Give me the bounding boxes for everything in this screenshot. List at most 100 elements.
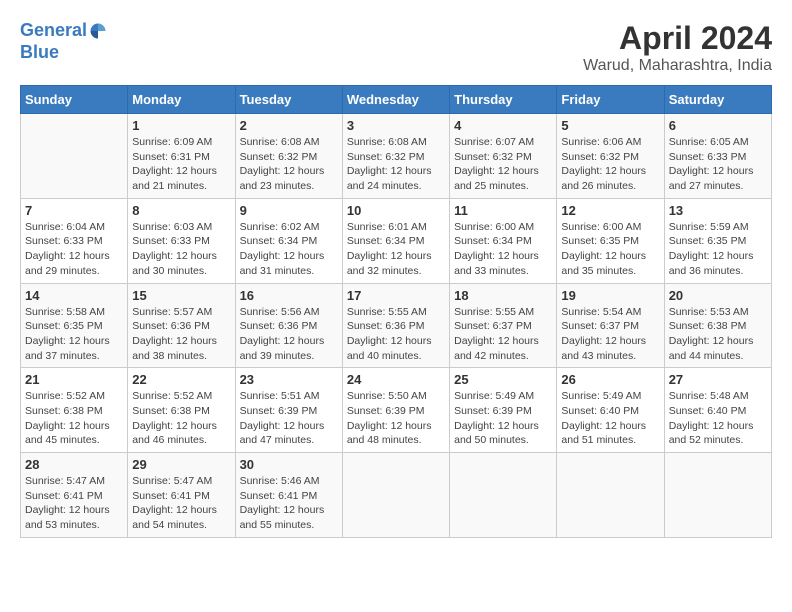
calendar-cell <box>21 114 128 199</box>
day-number: 1 <box>132 118 230 133</box>
day-number: 16 <box>240 288 338 303</box>
calendar-cell: 17Sunrise: 5:55 AMSunset: 6:36 PMDayligh… <box>342 283 449 368</box>
day-number: 12 <box>561 203 659 218</box>
calendar-cell: 25 Sunrise: 5:49 AMSunset: 6:39 PMDayligh… <box>450 368 557 453</box>
day-number: 9 <box>240 203 338 218</box>
calendar-cell: 5 Sunrise: 6:06 AMSunset: 6:32 PMDaylight… <box>557 114 664 199</box>
day-number: 21 <box>25 372 123 387</box>
day-number: 11 <box>454 203 552 218</box>
title-block: April 2024 Warud, Maharashtra, India <box>583 20 772 75</box>
calendar-cell: 28 Sunrise: 5:47 AMSunset: 6:41 PMDayligh… <box>21 453 128 538</box>
day-number: 27 <box>669 372 767 387</box>
day-number: 25 <box>454 372 552 387</box>
day-number: 23 <box>240 372 338 387</box>
day-info: Sunrise: 5:53 AMSunset: 6:38 PMDaylight:… <box>669 305 767 364</box>
day-number: 6 <box>669 118 767 133</box>
calendar-cell: 29 Sunrise: 5:47 AMSunset: 6:41 PMDayligh… <box>128 453 235 538</box>
day-info: Sunrise: 5:47 AMSunset: 6:41 PMDaylight:… <box>25 474 123 533</box>
calendar-cell: 18Sunrise: 5:55 AMSunset: 6:37 PMDayligh… <box>450 283 557 368</box>
calendar-cell: 4Sunrise: 6:07 AMSunset: 6:32 PMDaylight… <box>450 114 557 199</box>
day-info: Sunrise: 5:54 AMSunset: 6:37 PMDaylight:… <box>561 305 659 364</box>
day-info: Sunrise: 6:09 AMSunset: 6:31 PMDaylight:… <box>132 135 230 194</box>
day-number: 19 <box>561 288 659 303</box>
column-header-saturday: Saturday <box>664 86 771 114</box>
day-number: 5 <box>561 118 659 133</box>
calendar-cell: 26Sunrise: 5:49 AMSunset: 6:40 PMDayligh… <box>557 368 664 453</box>
day-info: Sunrise: 6:08 AMSunset: 6:32 PMDaylight:… <box>347 135 445 194</box>
day-number: 30 <box>240 457 338 472</box>
calendar-cell: 27 Sunrise: 5:48 AMSunset: 6:40 PMDayligh… <box>664 368 771 453</box>
day-number: 22 <box>132 372 230 387</box>
calendar-cell: 6 Sunrise: 6:05 AMSunset: 6:33 PMDaylight… <box>664 114 771 199</box>
calendar-cell: 16Sunrise: 5:56 AMSunset: 6:36 PMDayligh… <box>235 283 342 368</box>
day-info: Sunrise: 6:02 AMSunset: 6:34 PMDaylight:… <box>240 220 338 279</box>
calendar-table: SundayMondayTuesdayWednesdayThursdayFrid… <box>20 85 772 538</box>
day-info: Sunrise: 6:03 AMSunset: 6:33 PMDaylight:… <box>132 220 230 279</box>
calendar-cell: 14Sunrise: 5:58 AMSunset: 6:35 PMDayligh… <box>21 283 128 368</box>
day-number: 26 <box>561 372 659 387</box>
calendar-cell: 10 Sunrise: 6:01 AMSunset: 6:34 PMDayligh… <box>342 198 449 283</box>
day-info: Sunrise: 5:52 AMSunset: 6:38 PMDaylight:… <box>132 389 230 448</box>
calendar-cell: 20 Sunrise: 5:53 AMSunset: 6:38 PMDayligh… <box>664 283 771 368</box>
day-number: 24 <box>347 372 445 387</box>
day-info: Sunrise: 5:59 AMSunset: 6:35 PMDaylight:… <box>669 220 767 279</box>
week-row-3: 14Sunrise: 5:58 AMSunset: 6:35 PMDayligh… <box>21 283 772 368</box>
page-title: April 2024 <box>583 20 772 57</box>
column-header-sunday: Sunday <box>21 86 128 114</box>
day-number: 8 <box>132 203 230 218</box>
calendar-cell: 11 Sunrise: 6:00 AMSunset: 6:34 PMDayligh… <box>450 198 557 283</box>
calendar-cell: 1 Sunrise: 6:09 AMSunset: 6:31 PMDaylight… <box>128 114 235 199</box>
column-header-thursday: Thursday <box>450 86 557 114</box>
day-info: Sunrise: 5:49 AMSunset: 6:39 PMDaylight:… <box>454 389 552 448</box>
calendar-cell: 12 Sunrise: 6:00 AMSunset: 6:35 PMDayligh… <box>557 198 664 283</box>
calendar-cell: 13 Sunrise: 5:59 AMSunset: 6:35 PMDayligh… <box>664 198 771 283</box>
calendar-cell <box>450 453 557 538</box>
day-number: 3 <box>347 118 445 133</box>
day-info: Sunrise: 6:04 AMSunset: 6:33 PMDaylight:… <box>25 220 123 279</box>
column-headers: SundayMondayTuesdayWednesdayThursdayFrid… <box>21 86 772 114</box>
calendar-cell: 19 Sunrise: 5:54 AMSunset: 6:37 PMDayligh… <box>557 283 664 368</box>
day-info: Sunrise: 6:01 AMSunset: 6:34 PMDaylight:… <box>347 220 445 279</box>
calendar-cell <box>664 453 771 538</box>
logo-text: General <box>20 20 87 42</box>
logo: General Blue <box>20 20 107 63</box>
page-header: General Blue April 2024 Warud, Maharasht… <box>20 20 772 75</box>
calendar-cell: 24 Sunrise: 5:50 AMSunset: 6:39 PMDayligh… <box>342 368 449 453</box>
column-header-monday: Monday <box>128 86 235 114</box>
week-row-1: 1 Sunrise: 6:09 AMSunset: 6:31 PMDaylight… <box>21 114 772 199</box>
logo-icon <box>89 22 107 40</box>
day-number: 29 <box>132 457 230 472</box>
week-row-2: 7 Sunrise: 6:04 AMSunset: 6:33 PMDaylight… <box>21 198 772 283</box>
week-row-5: 28 Sunrise: 5:47 AMSunset: 6:41 PMDayligh… <box>21 453 772 538</box>
calendar-cell: 9 Sunrise: 6:02 AMSunset: 6:34 PMDaylight… <box>235 198 342 283</box>
column-header-friday: Friday <box>557 86 664 114</box>
calendar-cell: 21Sunrise: 5:52 AMSunset: 6:38 PMDayligh… <box>21 368 128 453</box>
day-number: 13 <box>669 203 767 218</box>
day-info: Sunrise: 5:50 AMSunset: 6:39 PMDaylight:… <box>347 389 445 448</box>
day-number: 10 <box>347 203 445 218</box>
day-number: 15 <box>132 288 230 303</box>
day-info: Sunrise: 6:06 AMSunset: 6:32 PMDaylight:… <box>561 135 659 194</box>
day-info: Sunrise: 6:08 AMSunset: 6:32 PMDaylight:… <box>240 135 338 194</box>
day-info: Sunrise: 6:07 AMSunset: 6:32 PMDaylight:… <box>454 135 552 194</box>
day-info: Sunrise: 5:51 AMSunset: 6:39 PMDaylight:… <box>240 389 338 448</box>
column-header-wednesday: Wednesday <box>342 86 449 114</box>
calendar-cell: 2Sunrise: 6:08 AMSunset: 6:32 PMDaylight… <box>235 114 342 199</box>
day-info: Sunrise: 5:48 AMSunset: 6:40 PMDaylight:… <box>669 389 767 448</box>
calendar-cell <box>342 453 449 538</box>
day-info: Sunrise: 5:55 AMSunset: 6:36 PMDaylight:… <box>347 305 445 364</box>
day-info: Sunrise: 6:00 AMSunset: 6:35 PMDaylight:… <box>561 220 659 279</box>
day-info: Sunrise: 5:55 AMSunset: 6:37 PMDaylight:… <box>454 305 552 364</box>
calendar-cell: 15 Sunrise: 5:57 AMSunset: 6:36 PMDayligh… <box>128 283 235 368</box>
calendar-cell: 8 Sunrise: 6:03 AMSunset: 6:33 PMDaylight… <box>128 198 235 283</box>
day-info: Sunrise: 5:46 AMSunset: 6:41 PMDaylight:… <box>240 474 338 533</box>
day-number: 7 <box>25 203 123 218</box>
day-number: 20 <box>669 288 767 303</box>
day-info: Sunrise: 6:00 AMSunset: 6:34 PMDaylight:… <box>454 220 552 279</box>
day-info: Sunrise: 6:05 AMSunset: 6:33 PMDaylight:… <box>669 135 767 194</box>
day-info: Sunrise: 5:57 AMSunset: 6:36 PMDaylight:… <box>132 305 230 364</box>
day-number: 14 <box>25 288 123 303</box>
day-number: 28 <box>25 457 123 472</box>
day-info: Sunrise: 5:47 AMSunset: 6:41 PMDaylight:… <box>132 474 230 533</box>
column-header-tuesday: Tuesday <box>235 86 342 114</box>
